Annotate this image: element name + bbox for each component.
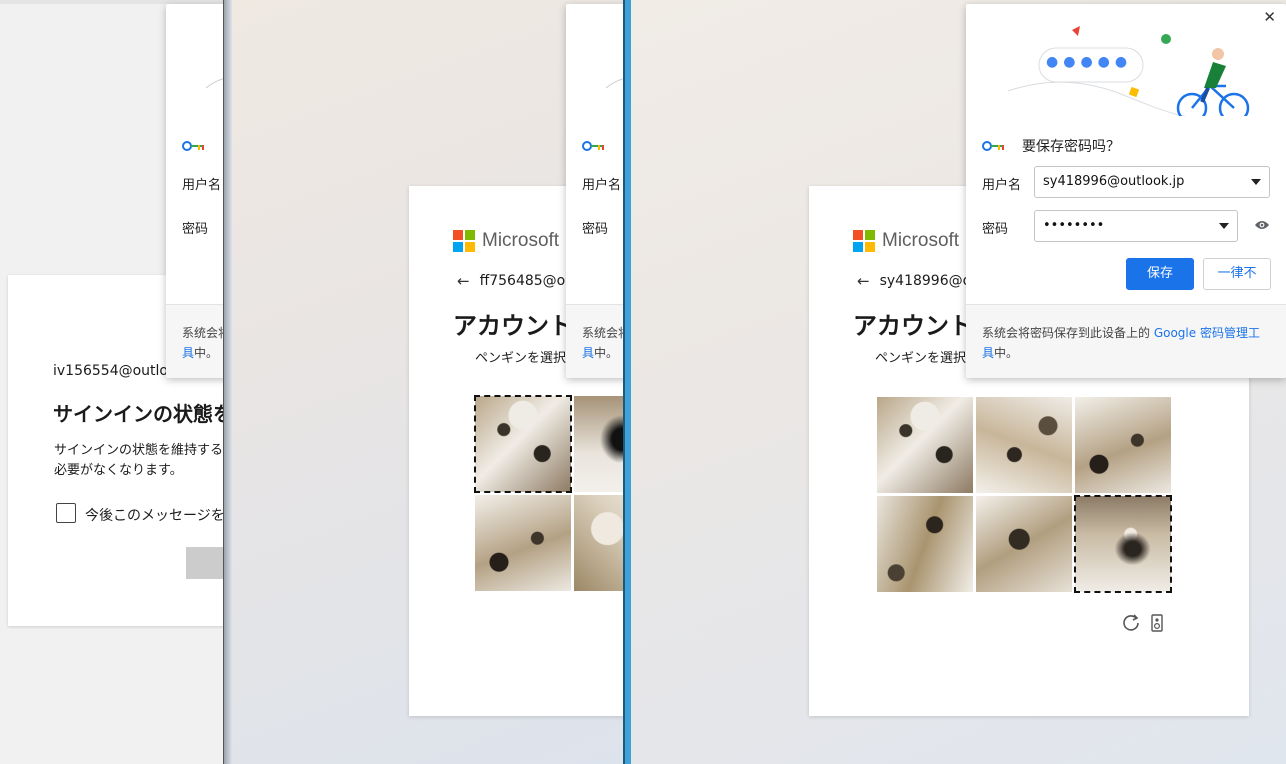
username-select[interactable]: sy418996@outlook.jp (1034, 166, 1270, 198)
illustration (1007, 26, 1250, 116)
username-label: 用户名 (182, 178, 222, 193)
key-icon (182, 141, 204, 151)
popup-footer: 系统会将 具中。 (566, 304, 623, 378)
microsoft-logo-icon (453, 230, 475, 252)
password-dots: ● ● ● ● ● (1046, 54, 1127, 70)
dot-icon: ● (1063, 54, 1076, 70)
password-save-popup: 用户名 密码 系统会将 具中。 (566, 4, 623, 378)
captcha-tile[interactable] (976, 496, 1072, 592)
dont-show-again-label: 今後このメッセージを表示 (85, 508, 224, 524)
footer-text: 系统会将密码保存到此设备上的 (982, 326, 1154, 340)
dot-icon: ● (1114, 54, 1128, 70)
captcha-tile[interactable] (1075, 397, 1171, 493)
chevron-down-icon (1251, 179, 1261, 185)
description-line-2: 必要がなくなります。 (54, 463, 183, 478)
password-label: 密码 (182, 222, 209, 237)
dont-show-again-checkbox[interactable] (56, 503, 76, 523)
popup-title: 要保存密码吗？ (1022, 139, 1120, 155)
captcha-tile[interactable] (976, 397, 1072, 493)
dot-icon: ● (1046, 54, 1059, 70)
footer-link[interactable]: 具 (182, 346, 194, 360)
microsoft-logo-text: Microsoft (882, 230, 960, 251)
back-arrow-icon[interactable]: ← (457, 272, 470, 290)
captcha-tile[interactable] (474, 395, 572, 493)
footer-text: 系统会将 (182, 326, 223, 340)
back-arrow-icon[interactable]: ← (857, 272, 870, 290)
password-select[interactable]: •••••••• (1034, 210, 1238, 242)
captcha-tile[interactable] (475, 495, 571, 591)
username-label: 用户名 (582, 178, 622, 193)
decoration-line (206, 78, 223, 89)
no-button[interactable] (186, 547, 223, 579)
page-heading: サインインの状態を (53, 402, 224, 426)
microsoft-logo-icon (853, 230, 875, 252)
description-line-1: サインインの状態を維持すると (54, 443, 224, 458)
save-button[interactable]: 保存 (1126, 258, 1194, 290)
footer-link[interactable]: 具 (582, 346, 594, 360)
dot-icon: ● (1097, 54, 1110, 70)
popup-footer: 系统会将 具中。 (166, 304, 223, 378)
microsoft-logo: Microsoft (853, 230, 959, 252)
window-pane-left: iv156554@outlook.jp サインインの状態を サインインの状態を維… (0, 0, 224, 764)
dot-icon: ● (1080, 54, 1093, 70)
footer-end: 中。 (594, 346, 619, 360)
password-label: 密码 (582, 222, 609, 237)
key-icon (582, 141, 604, 151)
password-value: •••••••• (1043, 218, 1105, 233)
close-icon[interactable]: ✕ (1263, 8, 1276, 26)
username-label: 用户名 (982, 178, 1022, 193)
refresh-icon[interactable] (1121, 612, 1141, 632)
password-save-popup: 用户名 密码 系统会将 具中。 (166, 4, 223, 378)
password-label: 密码 (982, 222, 1009, 237)
window-pane-middle: Microsoft ← ff756485@outlook.jp アカウントの保護… (224, 0, 623, 764)
captcha-tile[interactable] (1074, 495, 1172, 593)
captcha-grid (877, 397, 1172, 593)
captcha-tile[interactable] (574, 396, 623, 492)
description-text: サインインの状態を維持すると 必要がなくなります。 (54, 441, 224, 481)
password-save-popup: ✕ ● ● ● ● ● 要保存密码吗？ 用户名 sy418996@outlook… (966, 4, 1286, 378)
microsoft-logo: Microsoft (453, 230, 559, 252)
footer-text: 系统会将 (582, 326, 623, 340)
popup-footer: 系统会将密码保存到此设备上的 Google 密码管理工具中。 (966, 304, 1286, 378)
key-icon (982, 141, 1004, 151)
captcha-tile[interactable] (877, 397, 973, 493)
decoration-line (606, 78, 623, 89)
never-button[interactable]: 一律不 (1203, 258, 1271, 290)
pane-divider (623, 0, 631, 764)
captcha-tile[interactable] (574, 495, 623, 591)
window-pane-right: Microsoft ← sy418996@outlook.jp アカウントの保護… (631, 0, 1286, 764)
microsoft-logo-text: Microsoft (482, 230, 560, 251)
eye-icon[interactable] (1254, 219, 1270, 231)
footer-end: 中。 (194, 346, 219, 360)
audio-icon[interactable] (1149, 613, 1165, 633)
username-value: sy418996@outlook.jp (1043, 174, 1185, 189)
captcha-tile[interactable] (877, 496, 973, 592)
captcha-grid (474, 395, 623, 591)
footer-end: 中。 (994, 346, 1019, 360)
chevron-down-icon (1219, 223, 1229, 229)
